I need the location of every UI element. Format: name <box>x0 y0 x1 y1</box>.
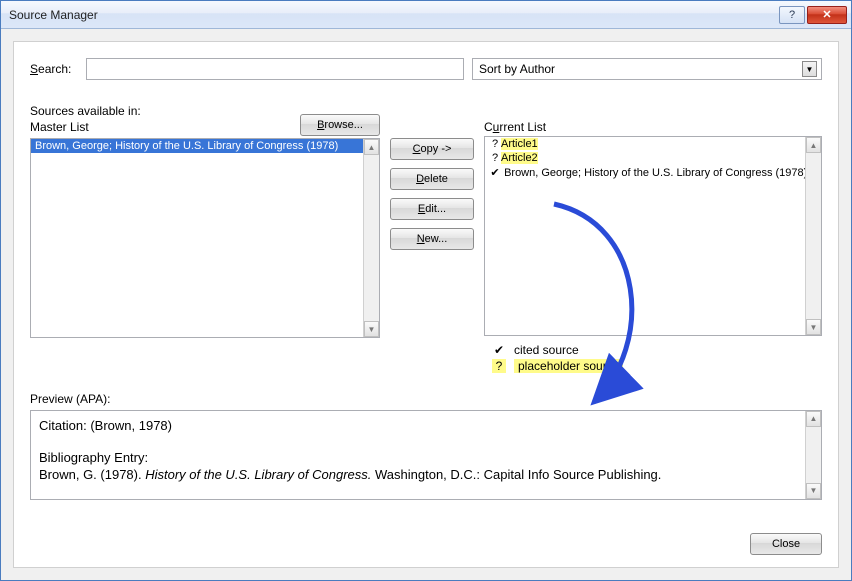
dialog-panel: Search: Sort by Author ▼ Sources availab… <box>13 41 839 568</box>
preview-box: Citation: (Brown, 1978) Bibliography Ent… <box>30 410 822 500</box>
placeholder-mark-icon: ? <box>489 152 501 164</box>
window-close-button[interactable]: ✕ <box>807 6 847 24</box>
current-list-label: Current List <box>484 120 822 134</box>
action-buttons-column: Copy -> Delete Edit... New... <box>390 104 474 374</box>
scroll-up-icon[interactable]: ▲ <box>364 139 379 155</box>
current-listbox[interactable]: ?Article1 ?Article2 ✔ Brown, George; His… <box>484 136 822 336</box>
chevron-down-icon: ▼ <box>802 61 817 77</box>
legend-cited: ✔ cited source <box>484 342 822 358</box>
master-list-column: Sources available in: Master List Browse… <box>30 104 380 374</box>
sources-available-label: Sources available in: <box>30 104 141 118</box>
dialog-buttons: Close <box>750 533 822 555</box>
search-sort-row: Search: Sort by Author ▼ <box>30 58 822 80</box>
preview-bib-entry: Brown, G. (1978). History of the U.S. Li… <box>39 466 799 484</box>
question-icon: ? <box>492 359 506 373</box>
help-button[interactable]: ? <box>779 6 805 24</box>
scrollbar[interactable]: ▲ ▼ <box>805 411 821 499</box>
scroll-down-icon[interactable]: ▼ <box>806 319 821 335</box>
edit-button[interactable]: Edit... <box>390 198 474 220</box>
lists-row: Sources available in: Master List Browse… <box>30 104 822 374</box>
legend: ✔ cited source ? placeholder source <box>484 342 822 374</box>
master-list-item[interactable]: Brown, George; History of the U.S. Libra… <box>31 139 379 153</box>
scroll-up-icon[interactable]: ▲ <box>806 411 821 427</box>
placeholder-mark-icon: ? <box>489 138 501 150</box>
browse-button[interactable]: Browse... <box>300 114 380 136</box>
scrollbar[interactable]: ▲ ▼ <box>805 137 821 335</box>
dialog-content: Search: Sort by Author ▼ Sources availab… <box>1 29 851 580</box>
close-button[interactable]: Close <box>750 533 822 555</box>
scroll-down-icon[interactable]: ▼ <box>806 483 821 499</box>
sort-dropdown[interactable]: Sort by Author ▼ <box>472 58 822 80</box>
new-button[interactable]: New... <box>390 228 474 250</box>
current-list-item[interactable]: ✔ Brown, George; History of the U.S. Lib… <box>485 165 821 180</box>
current-list-item[interactable]: ?Article1 <box>485 137 821 151</box>
scroll-down-icon[interactable]: ▼ <box>364 321 379 337</box>
preview-label: Preview (APA): <box>30 392 822 406</box>
scroll-up-icon[interactable]: ▲ <box>806 137 821 153</box>
delete-button[interactable]: Delete <box>390 168 474 190</box>
cited-mark-icon: ✔ <box>489 166 501 179</box>
search-label: Search: <box>30 62 78 76</box>
search-input[interactable] <box>86 58 464 80</box>
preview-bib-label: Bibliography Entry: <box>39 449 799 467</box>
legend-placeholder: ? placeholder source <box>484 358 822 374</box>
master-listbox[interactable]: Brown, George; History of the U.S. Libra… <box>30 138 380 338</box>
current-list-item[interactable]: ?Article2 <box>485 151 821 165</box>
current-list-column: Current List ?Article1 ?Article2 ✔ Brown… <box>484 104 822 374</box>
title-bar: Source Manager ? ✕ <box>1 1 851 29</box>
master-list-label: Master List <box>30 120 141 134</box>
window-title: Source Manager <box>9 8 777 22</box>
check-icon: ✔ <box>492 343 506 357</box>
scrollbar[interactable]: ▲ ▼ <box>363 139 379 337</box>
sort-selected-value: Sort by Author <box>479 62 555 76</box>
preview-citation-line: Citation: (Brown, 1978) <box>39 417 799 435</box>
copy-button[interactable]: Copy -> <box>390 138 474 160</box>
